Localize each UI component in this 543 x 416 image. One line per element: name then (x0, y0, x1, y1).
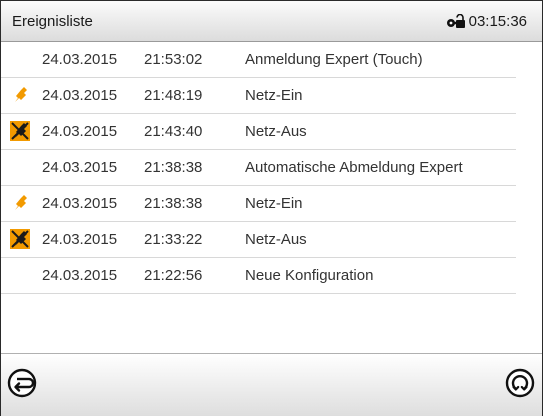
event-date: 24.03.2015 (42, 123, 118, 140)
power-off-icon (10, 229, 30, 249)
event-text: Netz-Aus (245, 231, 307, 248)
page-title: Ereignisliste (12, 13, 93, 30)
event-time: 21:53:02 (144, 51, 203, 68)
event-row[interactable]: 24.03.2015 21:33:22 Netz-Aus (1, 222, 516, 258)
event-date: 24.03.2015 (42, 195, 118, 212)
event-text: Neue Konfiguration (245, 267, 374, 284)
event-time: 21:38:38 (144, 195, 203, 212)
event-date: 24.03.2015 (42, 159, 118, 176)
event-date: 24.03.2015 (42, 267, 118, 284)
event-text: Automatische Abmeldung Expert (245, 159, 463, 176)
event-time: 21:33:22 (144, 231, 203, 248)
lock-key-icon (446, 14, 465, 28)
event-row[interactable]: 24.03.2015 21:43:40 Netz-Aus (1, 114, 516, 150)
power-off-icon (10, 121, 30, 141)
event-row[interactable]: 24.03.2015 21:48:19 Netz-Ein (1, 78, 516, 114)
event-date: 24.03.2015 (42, 51, 118, 68)
title-bar: Ereignisliste 03:15:36 (1, 1, 542, 42)
bottom-toolbar (1, 353, 542, 416)
power-on-icon (10, 193, 30, 213)
event-time: 21:38:38 (144, 159, 203, 176)
event-text: Netz-Ein (245, 195, 303, 212)
status-clock: 03:15:36 (446, 13, 527, 30)
refresh-icon[interactable] (505, 368, 535, 398)
back-arrow-icon[interactable] (7, 368, 37, 398)
event-text: Netz-Aus (245, 123, 307, 140)
clock-time: 03:15:36 (468, 13, 527, 30)
event-row[interactable]: 24.03.2015 21:38:38 Netz-Ein (1, 186, 516, 222)
power-on-icon (10, 85, 30, 105)
event-time: 21:48:19 (144, 87, 203, 104)
event-text: Netz-Ein (245, 87, 303, 104)
event-date: 24.03.2015 (42, 87, 118, 104)
event-time: 21:22:56 (144, 267, 203, 284)
event-time: 21:43:40 (144, 123, 203, 140)
event-row[interactable]: 24.03.2015 21:38:38 Automatische Abmeldung… (1, 150, 516, 186)
event-row[interactable]: 24.03.2015 21:53:02 Anmeldung Expert (Touc… (1, 42, 516, 78)
event-text: Anmeldung Expert (Touch) (245, 51, 423, 68)
event-date: 24.03.2015 (42, 231, 118, 248)
event-row[interactable]: 24.03.2015 21:22:56 Neue Konfiguration (1, 258, 516, 294)
